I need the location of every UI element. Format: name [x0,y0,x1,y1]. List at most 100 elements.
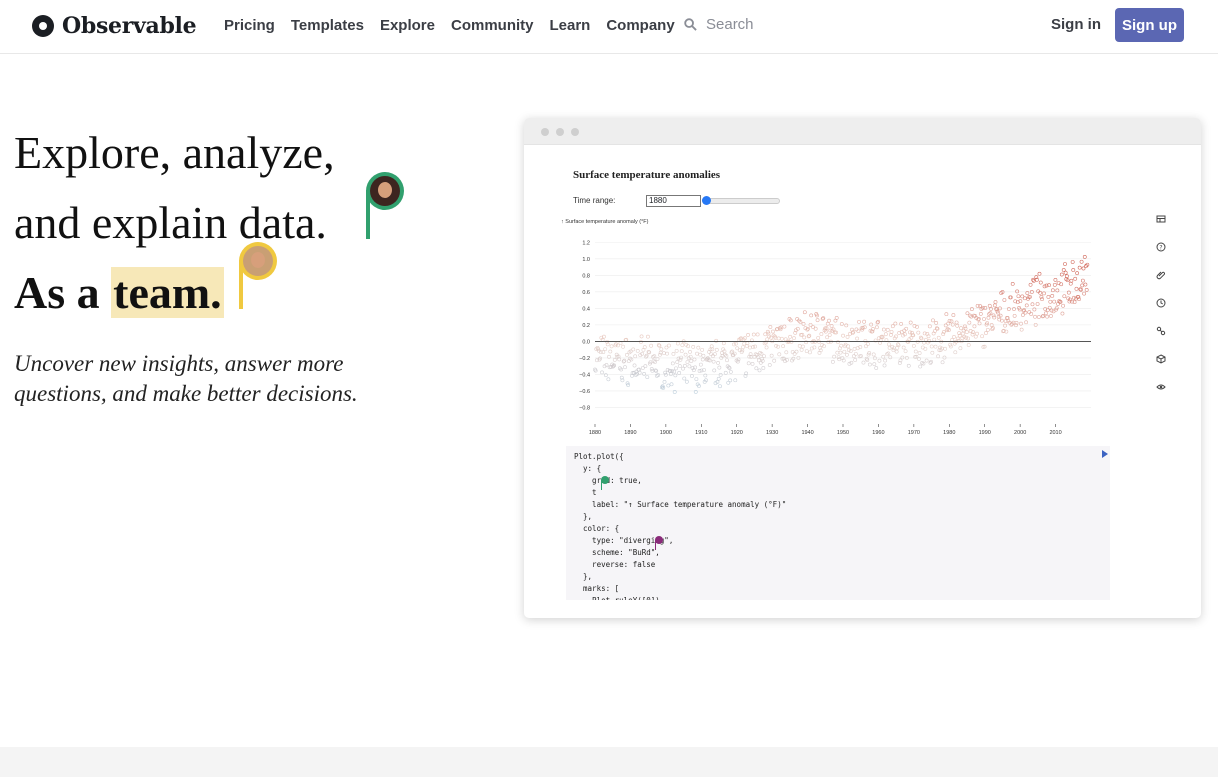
data-point [982,317,986,321]
notebook-preview-window: Surface temperature anomalies Time range… [524,118,1201,618]
y-tick-label: 1.2 [582,240,590,246]
data-point [600,370,604,375]
nav-link-company[interactable]: Company [606,17,674,34]
code-line[interactable]: Plot.ruleY([0]), [574,595,1102,600]
data-point [1052,282,1057,287]
code-line[interactable]: color: { [574,523,1102,535]
data-point [1049,314,1053,318]
data-point [1045,314,1050,319]
data-point [698,362,703,367]
data-point [788,334,793,339]
sign-up-button[interactable]: Sign up [1115,8,1184,42]
data-point [978,312,983,316]
data-point [1071,268,1076,272]
paperclip-icon[interactable] [1156,270,1166,280]
data-point [771,329,775,334]
data-point [784,350,789,355]
code-line[interactable]: type: "diverging", [574,535,1102,547]
data-point [663,372,668,377]
slider-knob[interactable] [702,196,711,205]
data-point [1053,278,1058,282]
data-point [936,354,940,359]
y-tick-label: −0.2 [579,356,590,362]
data-point [980,334,984,339]
code-line[interactable]: marks: [ [574,583,1102,595]
data-point [684,379,689,384]
code-line[interactable]: grid: true, [574,475,1102,487]
hero-line-1: Explore, analyze, [14,127,335,178]
data-point [961,328,966,333]
code-line[interactable]: reverse: false [574,559,1102,571]
data-point [830,359,835,364]
data-point [986,315,991,320]
data-point [985,327,990,332]
code-lines[interactable]: Plot.plot({ y: { grid: true, t label: "↑… [566,446,1110,600]
nav-link-templates[interactable]: Templates [291,17,364,34]
nav-link-explore[interactable]: Explore [380,17,435,34]
time-range-input[interactable]: 1880 [646,195,701,207]
data-point [646,334,650,339]
data-point [888,332,893,337]
code-line[interactable]: t [574,487,1102,499]
data-point [683,352,688,357]
nav-link-pricing[interactable]: Pricing [224,17,275,34]
code-line[interactable]: }, [574,571,1102,583]
data-point [746,332,750,337]
data-point [1016,294,1021,299]
search-box[interactable]: Search [684,16,754,33]
data-point [969,307,974,311]
y-tick-label: 0.2 [582,323,590,329]
code-line[interactable]: scheme: "BuRd", [574,547,1102,559]
data-point [670,361,675,366]
data-point [666,383,671,388]
data-point [835,350,840,355]
data-point [913,349,918,354]
data-point [606,377,611,382]
history-icon[interactable] [1156,298,1166,308]
link-icon[interactable] [1156,326,1166,336]
y-tick-label: −0.6 [579,389,590,395]
data-point [844,323,849,328]
data-point [1082,291,1087,296]
data-point [1083,282,1088,287]
x-tick-label: 2000 [1014,430,1026,436]
data-point [753,344,757,349]
data-point [936,335,941,340]
code-line[interactable]: label: "↑ Surface temperature anomaly (°… [574,499,1102,511]
data-point [676,341,680,346]
data-point [839,343,844,348]
data-point [853,358,858,362]
data-point [863,338,868,343]
data-point [932,337,937,342]
code-line[interactable]: y: { [574,463,1102,475]
data-point [867,362,872,367]
x-tick-label: 1910 [695,430,707,436]
data-point [777,352,782,357]
data-point [1084,288,1089,292]
data-point [940,360,945,365]
table-icon[interactable] [1156,214,1166,224]
data-point [665,351,669,356]
brand-logo[interactable]: Observable [32,13,197,39]
data-point [757,368,762,373]
sign-in-link[interactable]: Sign in [1051,16,1101,33]
data-point [725,358,729,363]
data-point [827,318,831,323]
data-point [883,332,888,337]
eye-icon[interactable] [1156,382,1166,392]
data-point [754,366,759,371]
code-line[interactable]: Plot.plot({ [574,451,1102,463]
y-tick-label: −0.4 [579,372,590,378]
nav-link-community[interactable]: Community [451,17,534,34]
code-line[interactable]: }, [574,511,1102,523]
run-icon[interactable] [1102,450,1108,458]
collaborator-cursor-icon [601,476,609,490]
data-point [623,365,627,370]
nav-link-learn[interactable]: Learn [549,17,590,34]
time-range-slider[interactable] [702,196,780,205]
help-icon[interactable]: ? [1156,242,1166,252]
box-icon[interactable] [1156,354,1166,364]
code-editor[interactable]: Plot.plot({ y: { grid: true, t label: "↑… [566,446,1110,600]
hero-line-2: and explain data. [14,197,327,248]
data-point [802,310,807,315]
